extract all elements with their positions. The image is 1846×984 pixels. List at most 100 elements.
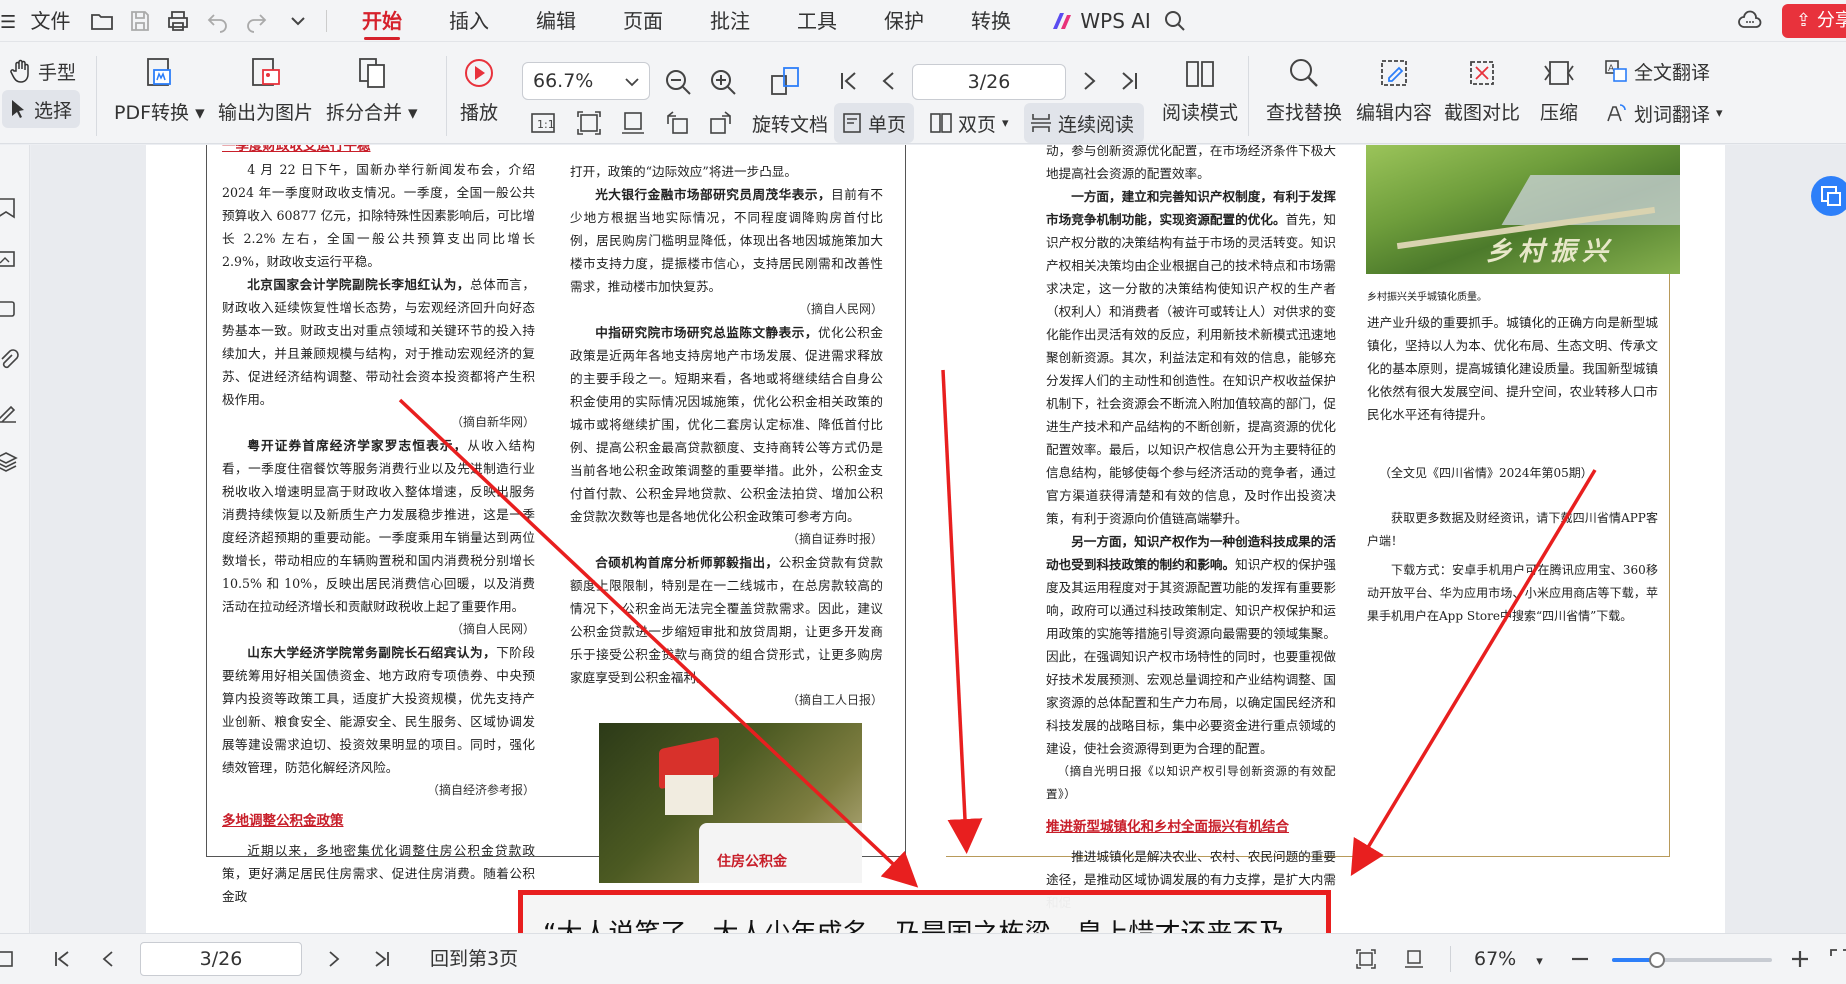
tab-start[interactable]: 开始 bbox=[362, 0, 402, 42]
tab-insert[interactable]: 插入 bbox=[449, 0, 489, 42]
page-number-input[interactable]: 3/26 bbox=[912, 64, 1066, 100]
status-page-input[interactable]: 3/26 bbox=[140, 942, 302, 976]
continuous-read-label: 连续阅读 bbox=[1058, 113, 1135, 136]
ribbon-divider bbox=[446, 56, 447, 136]
paragraph: 近期以来，多地密集优化调整住房公积金贷款政策，更好满足居民住房需求、促进住房消费… bbox=[222, 843, 535, 904]
continuous-read-button[interactable]: 连续阅读 bbox=[1030, 106, 1134, 140]
double-page-label: 双页 bbox=[958, 113, 997, 136]
screenshot-compare-button[interactable]: 截图对比 bbox=[1444, 56, 1520, 125]
zoom-slider[interactable] bbox=[1612, 952, 1772, 968]
screenshot-compare-label: 截图对比 bbox=[1444, 102, 1521, 124]
rotate-document-button[interactable]: 旋转文档 bbox=[752, 106, 828, 140]
last-page-icon[interactable] bbox=[372, 949, 392, 969]
full-translate-button[interactable]: A 全文翻译 bbox=[1604, 54, 1710, 88]
zoom-in-icon[interactable] bbox=[1790, 949, 1810, 969]
source-note: （摘自人民网） bbox=[450, 622, 535, 636]
sidebar-toggle-icon[interactable] bbox=[0, 949, 20, 969]
file-menu[interactable]: ☰ 文件 bbox=[0, 0, 71, 42]
thumbnail-icon[interactable] bbox=[0, 249, 22, 271]
tab-page[interactable]: 页面 bbox=[623, 0, 663, 42]
cursor-arrow-icon bbox=[12, 100, 24, 118]
photo-text: 乡村振兴 bbox=[1486, 237, 1615, 267]
zoom-slider-knob[interactable] bbox=[1648, 952, 1665, 968]
tab-tools[interactable]: 工具 bbox=[797, 0, 837, 42]
paragraph: 另一方面，知识产权作为一种创造科技成果的活动也受到科技政策的制约和影响。知识产权… bbox=[1046, 534, 1336, 756]
chevron-down-icon[interactable] bbox=[286, 9, 310, 33]
fullscreen-icon[interactable] bbox=[1830, 949, 1846, 969]
actual-size-icon[interactable]: 1:1 bbox=[530, 110, 556, 136]
zoom-value: 66.7% bbox=[533, 70, 594, 92]
undo-icon[interactable] bbox=[206, 9, 230, 33]
hand-tool-button[interactable]: 手型 bbox=[10, 54, 76, 88]
tab-wps-ai[interactable]: WPS AI bbox=[1052, 0, 1151, 42]
zoom-in-icon[interactable] bbox=[709, 68, 737, 96]
find-replace-label: 查找替换 bbox=[1266, 102, 1343, 124]
edit-content-button[interactable]: 编辑内容 bbox=[1356, 56, 1432, 125]
hand-tool-label: 手型 bbox=[38, 61, 77, 84]
fit-page-icon[interactable] bbox=[576, 110, 602, 136]
split-merge-button[interactable]: 拆分合并 ▾ bbox=[326, 56, 418, 125]
house-body bbox=[665, 775, 713, 815]
share-button[interactable]: ⇪ 分享 bbox=[1782, 4, 1846, 38]
select-tool-button[interactable]: 选择 bbox=[2, 90, 81, 128]
compress-button[interactable]: 压缩 bbox=[1540, 56, 1578, 125]
first-page-icon[interactable] bbox=[838, 70, 860, 92]
hand-icon bbox=[10, 59, 29, 83]
cloud-chat-icon[interactable] bbox=[1738, 9, 1762, 33]
zoom-out-icon[interactable] bbox=[664, 68, 692, 96]
source-note: （全文见《四川省情》2024年第05期） bbox=[1379, 466, 1593, 480]
last-page-icon[interactable] bbox=[1118, 70, 1140, 92]
layers-icon[interactable] bbox=[0, 451, 22, 473]
first-page-icon[interactable] bbox=[52, 949, 72, 969]
tab-protect[interactable]: 保护 bbox=[884, 0, 924, 42]
rotate-left-icon[interactable] bbox=[664, 110, 690, 136]
search-icon bbox=[1290, 59, 1318, 87]
search-icon[interactable] bbox=[1163, 9, 1187, 33]
chevron-down-icon bbox=[625, 78, 639, 87]
open-folder-icon[interactable] bbox=[90, 9, 114, 33]
rotate-document-icon[interactable] bbox=[768, 64, 802, 98]
prev-page-icon[interactable] bbox=[878, 70, 900, 92]
rotate-right-icon[interactable] bbox=[708, 110, 734, 136]
share-label: 分享 bbox=[1816, 10, 1846, 31]
zoom-out-icon[interactable] bbox=[1570, 949, 1590, 969]
back-to-page-link[interactable]: 回到第3页 bbox=[430, 934, 518, 984]
assistant-float-button[interactable] bbox=[1811, 176, 1846, 216]
double-page-icon bbox=[930, 113, 952, 133]
signature-icon[interactable] bbox=[0, 401, 22, 423]
pdf-convert-button[interactable]: PDF转换 ▾ bbox=[114, 56, 205, 125]
attachment-icon[interactable] bbox=[0, 349, 22, 371]
bookmark-icon[interactable] bbox=[0, 197, 22, 219]
zoom-select[interactable]: 66.7% bbox=[522, 62, 650, 100]
single-page-button[interactable]: 单页 bbox=[842, 106, 906, 140]
paragraph: 中指研究院市场研究总监陈文静表示，优化公积金政策是近两年各地支持房地产市场发展、… bbox=[570, 325, 884, 524]
next-page-icon[interactable] bbox=[324, 949, 344, 969]
section-heading: 一季度财政收支运行平稳 bbox=[222, 145, 371, 154]
prev-page-icon[interactable] bbox=[98, 949, 118, 969]
play-button[interactable]: 播放 bbox=[460, 56, 498, 125]
word-translate-button[interactable]: 划词翻译 ▾ bbox=[1604, 96, 1723, 130]
section-heading: 推进新型城镇化和乡村全面振兴有机结合 bbox=[1046, 819, 1289, 835]
print-icon[interactable] bbox=[166, 9, 190, 33]
document-canvas[interactable]: 一季度财政收支运行平稳 4 月 22 日下午，国新办举行新闻发布会，介绍 202… bbox=[31, 145, 1846, 933]
reading-mode-button[interactable]: 阅读模式 bbox=[1162, 56, 1238, 125]
save-icon[interactable] bbox=[128, 9, 152, 33]
paragraph: 进产业升级的重要抓手。城镇化的正确方向是新型城镇化，坚持以人为本、优化布局、生态… bbox=[1367, 315, 1658, 422]
text-column-3: 动，参与创新资源优化配置，在市场经济条件下极大地提高社会资源的配置效率。 一方面… bbox=[1046, 145, 1336, 914]
redo-icon[interactable] bbox=[244, 9, 268, 33]
status-bar: 3/26 回到第3页 67% ▾ bbox=[0, 933, 1846, 984]
tab-convert[interactable]: 转换 bbox=[971, 0, 1011, 42]
tab-edit[interactable]: 编辑 bbox=[536, 0, 576, 42]
status-zoom-select[interactable]: 67% ▾ bbox=[1474, 934, 1543, 984]
tab-comment[interactable]: 批注 bbox=[710, 0, 750, 42]
find-replace-button[interactable]: 查找替换 bbox=[1266, 56, 1342, 125]
double-page-button[interactable]: 双页 ▾ bbox=[930, 106, 1009, 140]
comment-icon[interactable] bbox=[0, 299, 22, 321]
play-icon bbox=[465, 59, 493, 87]
next-page-icon[interactable] bbox=[1078, 70, 1100, 92]
export-image-button[interactable]: 输出为图片 bbox=[218, 56, 313, 125]
fit-width-icon[interactable] bbox=[620, 110, 646, 136]
fit-page-icon[interactable] bbox=[1356, 949, 1376, 969]
share-icon: ⇪ bbox=[1796, 10, 1812, 31]
fit-width-icon[interactable] bbox=[1404, 949, 1424, 969]
